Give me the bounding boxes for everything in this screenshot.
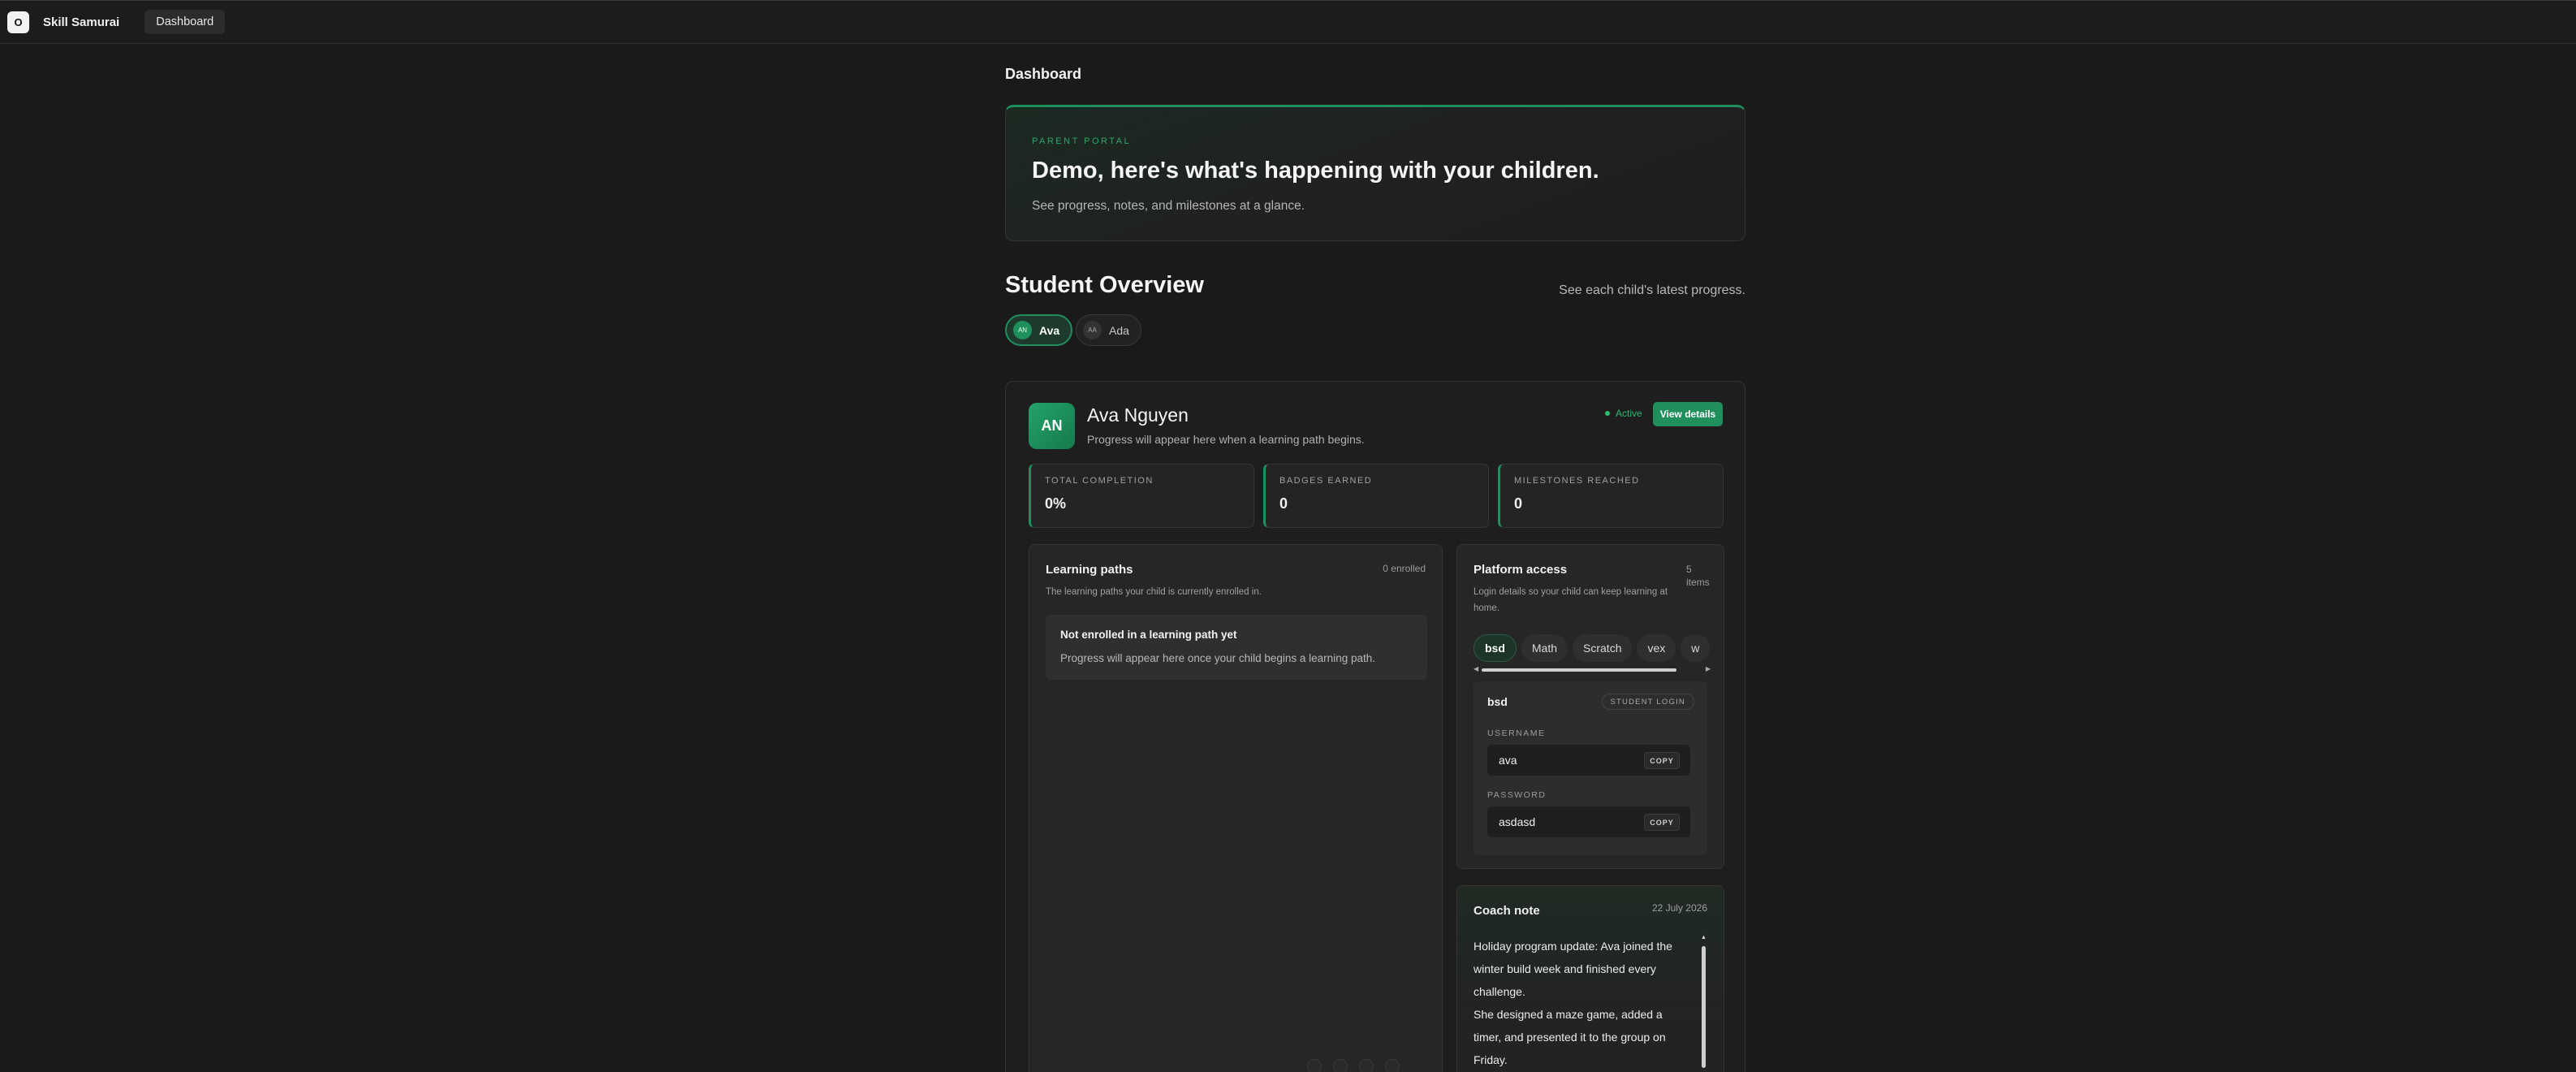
platform-tab-bsd[interactable]: bsd (1474, 634, 1517, 662)
brand-name: Skill Samurai (43, 15, 120, 29)
stat-total-completion: TOTAL COMPLETION 0% (1029, 464, 1254, 528)
platform-tabs-scrollbar[interactable]: ◀ ▶ (1474, 665, 1711, 672)
login-details-card: bsd STUDENT LOGIN USERNAME ava COPY PASS… (1474, 681, 1707, 855)
stat-milestones-reached: MILESTONES REACHED 0 (1498, 464, 1724, 528)
empty-state-text: Progress will appear here once your chil… (1060, 652, 1375, 664)
learning-paths-panel: Learning paths 0 enrolled The learning p… (1029, 544, 1443, 1072)
student-avatar: AN (1029, 403, 1075, 449)
child-chip-label: Ada (1109, 323, 1129, 337)
status-dot-icon (1605, 411, 1610, 416)
platform-tab-math[interactable]: Math (1521, 634, 1568, 662)
password-value: asdasd (1499, 815, 1536, 828)
nav-tab-dashboard[interactable]: Dashboard (145, 10, 226, 34)
stat-label: MILESTONES REACHED (1514, 476, 1640, 486)
hero-subtitle: See progress, notes, and milestones at a… (1032, 199, 1305, 213)
welcome-hero: PARENT PORTAL Demo, here's what's happen… (1005, 105, 1745, 241)
platform-tabs: bsd Math Scratch vex w (1474, 634, 1711, 662)
login-platform-name: bsd (1487, 695, 1508, 708)
scrollbar-thumb[interactable] (1702, 946, 1706, 1068)
learning-paths-description: The learning paths your child is current… (1046, 587, 1262, 597)
coach-note-title: Coach note (1474, 904, 1540, 918)
password-field: asdasd COPY (1487, 806, 1690, 837)
stat-value: 0 (1514, 495, 1523, 512)
page-title: Dashboard (1005, 66, 1082, 82)
platform-access-count: 5 items (1686, 564, 1710, 588)
username-label: USERNAME (1487, 728, 1546, 738)
username-value: ava (1499, 754, 1517, 767)
password-label: PASSWORD (1487, 790, 1547, 800)
child-chip-avatar: AA (1083, 321, 1102, 339)
stat-value: 0% (1045, 495, 1067, 512)
stat-label: BADGES EARNED (1279, 476, 1373, 486)
stat-value: 0 (1279, 495, 1288, 512)
top-navbar: O Skill Samurai Dashboard (0, 0, 2576, 44)
hero-heading: Demo, here's what's happening with your … (1032, 158, 1599, 184)
view-details-button[interactable]: View details (1653, 402, 1723, 426)
learning-paths-empty-state: Not enrolled in a learning path yet Prog… (1046, 615, 1427, 680)
username-field: ava COPY (1487, 745, 1690, 776)
student-overview-hint: See each child's latest progress. (1559, 283, 1745, 297)
scrollbar-thumb[interactable] (1482, 668, 1676, 672)
brand-logo: O (7, 11, 29, 33)
floating-toolbar (1307, 1059, 1400, 1072)
platform-access-title: Platform access (1474, 563, 1568, 577)
scroll-up-icon[interactable]: ▲ (1701, 935, 1707, 940)
child-chip-avatar: AN (1013, 321, 1032, 339)
student-name: Ava Nguyen (1087, 404, 1189, 426)
brand[interactable]: O Skill Samurai (7, 11, 119, 33)
copy-password-button[interactable]: COPY (1644, 814, 1680, 831)
child-chip-label: Ava (1039, 323, 1060, 337)
status-badge: Active (1605, 408, 1642, 419)
toolbar-button[interactable] (1307, 1059, 1322, 1072)
toolbar-button[interactable] (1333, 1059, 1348, 1072)
status-label: Active (1616, 408, 1642, 419)
platform-access-panel: Platform access 5 items Login details so… (1456, 544, 1724, 869)
coach-note-paragraph: She designed a maze game, added a timer,… (1474, 1008, 1666, 1066)
copy-username-button[interactable]: COPY (1644, 752, 1680, 769)
student-subtitle: Progress will appear here when a learnin… (1087, 433, 1365, 446)
scroll-right-icon[interactable]: ▶ (1706, 665, 1711, 672)
coach-note-body: Holiday program update: Ava joined the w… (1474, 935, 1693, 1071)
child-chip-ava[interactable]: AN Ava (1005, 314, 1073, 346)
coach-note-date: 22 July 2026 (1651, 902, 1707, 914)
hero-eyebrow: PARENT PORTAL (1032, 136, 1132, 146)
student-overview-title: Student Overview (1005, 272, 1204, 298)
stat-label: TOTAL COMPLETION (1045, 476, 1154, 486)
coach-note-paragraph: Holiday program update: Ava joined the w… (1474, 940, 1672, 998)
learning-paths-count: 0 enrolled (1383, 563, 1426, 574)
learning-paths-title: Learning paths (1046, 563, 1133, 577)
coach-note-scrollbar[interactable]: ▲ (1701, 935, 1707, 1068)
student-card: AN Ava Nguyen Progress will appear here … (1005, 381, 1745, 1072)
scroll-left-icon[interactable]: ◀ (1474, 665, 1478, 672)
stat-badges-earned: BADGES EARNED 0 (1263, 464, 1489, 528)
platform-tab-vex[interactable]: vex (1637, 634, 1676, 662)
empty-state-title: Not enrolled in a learning path yet (1060, 629, 1237, 641)
student-login-badge: STUDENT LOGIN (1601, 694, 1694, 710)
platform-access-description: Login details so your child can keep lea… (1474, 587, 1668, 613)
child-chip-ada[interactable]: AA Ada (1076, 314, 1141, 346)
toolbar-button[interactable] (1359, 1059, 1374, 1072)
toolbar-button[interactable] (1385, 1059, 1400, 1072)
platform-tab-scratch[interactable]: Scratch (1573, 634, 1633, 662)
platform-tab-w[interactable]: w (1681, 634, 1711, 662)
coach-note-panel: Coach note 22 July 2026 Holiday program … (1456, 885, 1724, 1072)
